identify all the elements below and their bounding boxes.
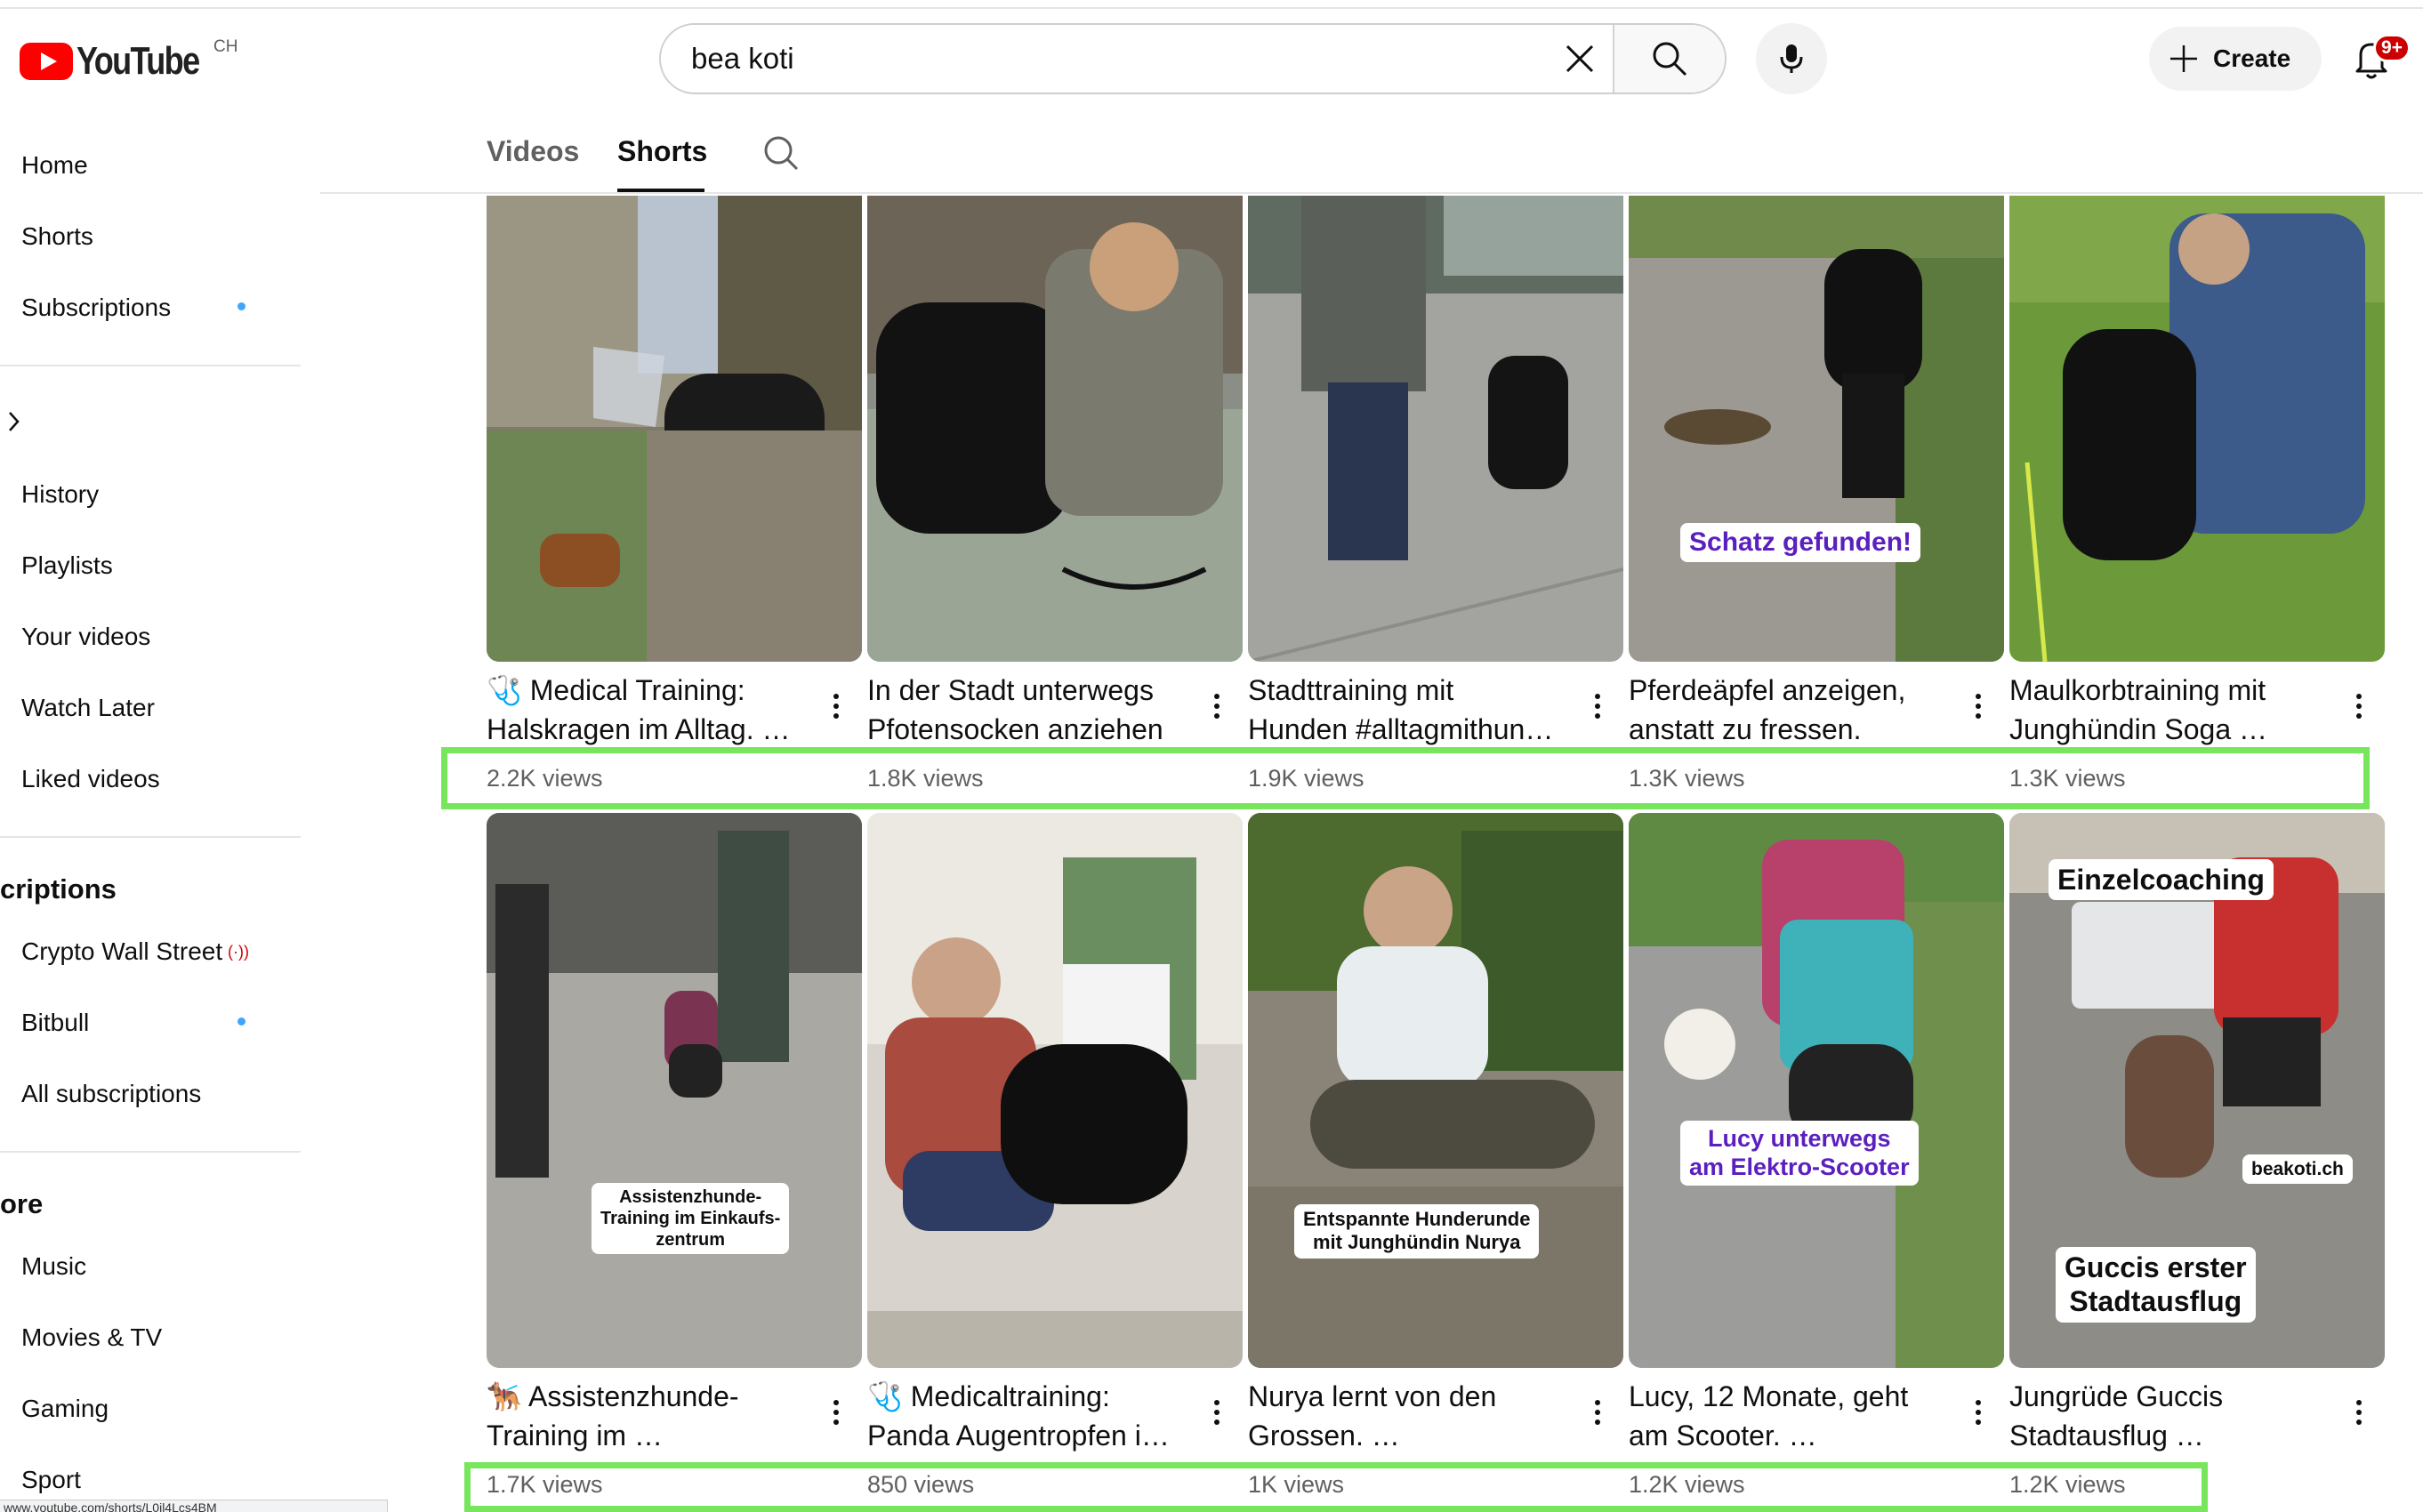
create-label: Create <box>2213 44 2291 72</box>
short-title[interactable]: Lucy, 12 Monate, geht am Scooter. … <box>1629 1377 1958 1455</box>
short-title[interactable]: Jungrüde Guccis Stadtausflug … <box>2009 1377 2338 1455</box>
more-options-button[interactable] <box>1965 688 1992 724</box>
sidebar-divider <box>0 836 301 838</box>
sidebar-item-playlists[interactable]: Playlists <box>21 551 113 580</box>
more-options-button[interactable] <box>1584 688 1611 724</box>
short-title[interactable]: 🩺 Medicaltraining: Panda Augentropfen i… <box>867 1377 1196 1455</box>
thumbnail-caption: Schatz gefunden! <box>1680 523 1921 562</box>
short-title[interactable]: Stadttraining mit Hunden #alltagmithun… <box>1248 671 1577 749</box>
search-input[interactable]: bea koti <box>661 25 1547 92</box>
browser-top-edge <box>0 0 2423 9</box>
clear-search-button[interactable] <box>1547 25 1613 92</box>
new-content-dot <box>237 302 246 310</box>
chevron-right-icon[interactable] <box>5 409 23 434</box>
sidebar-item-music[interactable]: Music <box>21 1252 86 1281</box>
sidebar-item-all-subscriptions[interactable]: All subscriptions <box>21 1080 201 1108</box>
active-tab-indicator <box>617 189 704 192</box>
more-options-button[interactable] <box>823 1395 849 1430</box>
sidebar-item-sport[interactable]: Sport <box>21 1466 81 1494</box>
short-thumbnail[interactable]: Assistenzhunde- Training im Einkaufs- ze… <box>487 813 862 1368</box>
new-content-dot <box>237 1017 246 1025</box>
thumbnail-caption: Entspannte Hunderunde mit Junghündin Nur… <box>1294 1204 1540 1259</box>
thumbnail-caption: Assistenzhunde- Training im Einkaufs- ze… <box>592 1183 790 1254</box>
more-options-button[interactable] <box>2346 688 2372 724</box>
thumbnail-caption-top: Einzelcoaching <box>2049 859 2274 901</box>
short-title[interactable]: Pferdeäpfel anzeigen, anstatt zu fressen… <box>1629 671 1958 749</box>
short-thumbnail[interactable]: Schatz gefunden! <box>1629 196 2004 662</box>
more-options-button[interactable] <box>1965 1395 1992 1430</box>
thumbnail-caption: Guccis erster Stadtausflug <box>2056 1247 2256 1323</box>
short-thumbnail[interactable] <box>1248 196 1623 662</box>
tab-shorts[interactable]: Shorts <box>617 135 707 168</box>
sidebar-item-shorts[interactable]: Shorts <box>21 222 93 251</box>
more-options-button[interactable] <box>1203 688 1230 724</box>
search-box: bea koti <box>659 23 1727 94</box>
short-title[interactable]: Nurya lernt von den Grossen. … <box>1248 1377 1577 1455</box>
sidebar-channel-crypto-wall-street[interactable]: Crypto Wall Street <box>21 937 222 966</box>
explore-heading: ore <box>0 1188 44 1219</box>
more-options-button[interactable] <box>1584 1395 1611 1430</box>
country-code: CH <box>213 37 238 56</box>
highlight-box-row-2 <box>464 1462 2208 1512</box>
short-thumbnail[interactable]: Einzelcoaching beakoti.ch Guccis erster … <box>2009 813 2385 1368</box>
short-thumbnail[interactable]: Lucy unterwegs am Elektro-Scooter <box>1629 813 2004 1368</box>
short-title[interactable]: 🩺 Medical Training: Halskragen im Alltag… <box>487 671 816 749</box>
live-icon: (·)) <box>228 943 249 961</box>
notification-badge: 9+ <box>2373 34 2411 62</box>
sidebar-item-your-videos[interactable]: Your videos <box>21 623 150 651</box>
create-button[interactable]: Create <box>2149 27 2322 91</box>
search-icon[interactable] <box>761 133 801 173</box>
sidebar-divider <box>0 1151 301 1153</box>
sidebar-item-history[interactable]: History <box>21 480 99 509</box>
subscriptions-heading: criptions <box>0 873 117 905</box>
sidebar-item-gaming[interactable]: Gaming <box>21 1395 109 1423</box>
search-button[interactable] <box>1613 25 1725 92</box>
more-options-button[interactable] <box>2346 1395 2372 1430</box>
plus-icon <box>2170 45 2197 72</box>
sidebar-divider <box>0 365 301 366</box>
short-thumbnail[interactable] <box>867 813 1243 1368</box>
sidebar-item-subscriptions[interactable]: Subscriptions <box>21 294 171 322</box>
channel-tabs: Videos Shorts <box>320 109 2423 194</box>
short-thumbnail[interactable] <box>487 196 862 662</box>
youtube-play-icon <box>20 43 73 80</box>
sidebar-item-watch-later[interactable]: Watch Later <box>21 694 155 722</box>
search-icon <box>1653 42 1687 76</box>
close-icon <box>1566 44 1594 73</box>
microphone-icon <box>1780 44 1803 73</box>
status-bar-url: www.youtube.com/shorts/L0jl4Lcs4BM <box>0 1500 388 1512</box>
sidebar-item-liked-videos[interactable]: Liked videos <box>21 765 160 793</box>
youtube-logo[interactable]: YouTube CH <box>20 37 237 84</box>
tab-videos[interactable]: Videos <box>487 135 579 168</box>
short-title[interactable]: In der Stadt unterwegs Pfotensocken anzi… <box>867 671 1196 749</box>
short-thumbnail[interactable]: Entspannte Hunderunde mit Junghündin Nur… <box>1248 813 1623 1368</box>
short-thumbnail[interactable] <box>2009 196 2385 662</box>
short-thumbnail[interactable] <box>867 196 1243 662</box>
sidebar-item-movies-tv[interactable]: Movies & TV <box>21 1323 162 1352</box>
sidebar-item-home[interactable]: Home <box>21 151 88 180</box>
voice-search-button[interactable] <box>1756 23 1827 94</box>
more-options-button[interactable] <box>823 688 849 724</box>
short-title[interactable]: 🐕‍🦺 Assistenzhunde- Training im … <box>487 1377 816 1455</box>
logo-text: YouTube <box>76 39 200 83</box>
thumbnail-caption: Lucy unterwegs am Elektro-Scooter <box>1680 1121 1919 1186</box>
thumbnail-watermark: beakoti.ch <box>2242 1154 2353 1185</box>
highlight-box-row-1 <box>441 747 2370 809</box>
sidebar-channel-bitbull[interactable]: Bitbull <box>21 1009 89 1037</box>
masthead: YouTube CH bea koti Create 9+ <box>0 9 2423 109</box>
short-title[interactable]: Maulkorbtraining mit Junghündin Soga … <box>2009 671 2338 749</box>
sidebar: Home Shorts Subscriptions History Playli… <box>0 109 302 1512</box>
more-options-button[interactable] <box>1203 1395 1230 1430</box>
